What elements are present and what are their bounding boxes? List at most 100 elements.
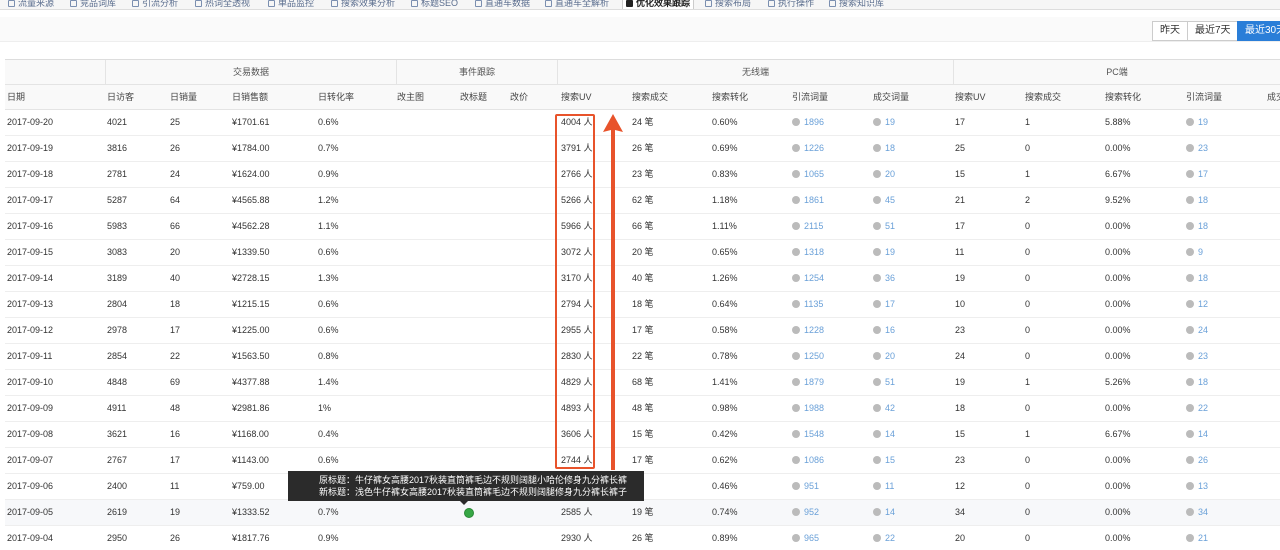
title-change-event-icon[interactable] bbox=[464, 507, 474, 518]
range-7days-button[interactable]: 最近7天 bbox=[1187, 21, 1239, 41]
word-count-cell: 11 bbox=[873, 474, 894, 499]
word-count-link[interactable]: 18 bbox=[1198, 195, 1208, 205]
word-count-link[interactable]: 45 bbox=[885, 195, 895, 205]
column-header[interactable]: 搜索转化 bbox=[1105, 85, 1141, 109]
word-icon bbox=[1186, 508, 1194, 516]
column-header[interactable]: 引流词量 bbox=[1186, 85, 1222, 109]
column-header[interactable]: 搜索转化 bbox=[712, 85, 748, 109]
column-header[interactable]: 日转化率 bbox=[318, 85, 354, 109]
word-count-link[interactable]: 18 bbox=[885, 143, 895, 153]
column-header[interactable]: 成交 bbox=[1267, 85, 1280, 109]
word-count-link[interactable]: 14 bbox=[1198, 429, 1208, 439]
word-count-link[interactable]: 12 bbox=[1198, 299, 1208, 309]
cell-conv: 1.4% bbox=[318, 377, 339, 387]
word-count-link[interactable]: 17 bbox=[1198, 169, 1208, 179]
word-count-link[interactable]: 34 bbox=[1198, 507, 1208, 517]
word-count-link[interactable]: 21 bbox=[1198, 533, 1208, 543]
word-count-link[interactable]: 1548 bbox=[804, 429, 824, 439]
word-count-link[interactable]: 1065 bbox=[804, 169, 824, 179]
word-count-link[interactable]: 16 bbox=[885, 325, 895, 335]
column-header[interactable]: 改主图 bbox=[397, 85, 424, 109]
word-count-link[interactable]: 26 bbox=[1198, 455, 1208, 465]
word-count-link[interactable]: 1879 bbox=[804, 377, 824, 387]
column-header[interactable]: 日期 bbox=[7, 85, 25, 109]
word-count-link[interactable]: 1226 bbox=[804, 143, 824, 153]
tab-6[interactable]: 搜索效果分析 bbox=[331, 0, 395, 9]
column-header[interactable]: 成交词量 bbox=[873, 85, 909, 109]
chart-icon bbox=[8, 0, 15, 7]
column-header[interactable]: 搜索UV bbox=[955, 85, 986, 109]
tab-7[interactable]: 标题SEO bbox=[411, 0, 458, 9]
word-count-link[interactable]: 1861 bbox=[804, 195, 824, 205]
tab-12[interactable]: 执行操作 bbox=[768, 0, 814, 9]
range-yesterday-button[interactable]: 昨天 bbox=[1152, 21, 1188, 41]
word-count-link[interactable]: 19 bbox=[885, 247, 895, 257]
word-count-link[interactable]: 2115 bbox=[804, 221, 823, 231]
tab-5[interactable]: 单品监控 bbox=[268, 0, 314, 9]
word-count-link[interactable]: 1254 bbox=[804, 273, 824, 283]
tab-8[interactable]: 直通车数据 bbox=[475, 0, 530, 9]
chart-icon bbox=[411, 0, 418, 7]
word-count-link[interactable]: 17 bbox=[885, 299, 895, 309]
word-count-cell: 14 bbox=[1186, 422, 1208, 447]
word-icon bbox=[873, 118, 881, 126]
word-count-link[interactable]: 9 bbox=[1198, 247, 1203, 257]
tab-9[interactable]: 直通车全解析 bbox=[545, 0, 609, 9]
column-header[interactable]: 引流词量 bbox=[792, 85, 828, 109]
column-header[interactable]: 日销售额 bbox=[232, 85, 268, 109]
column-header[interactable]: 改标题 bbox=[460, 85, 487, 109]
word-count-link[interactable]: 1988 bbox=[804, 403, 824, 413]
word-count-link[interactable]: 20 bbox=[885, 169, 895, 179]
word-count-link[interactable]: 965 bbox=[804, 533, 819, 543]
tab-10[interactable]: 优化效果跟踪 bbox=[622, 0, 695, 9]
word-count-link[interactable]: 18 bbox=[1198, 273, 1208, 283]
word-count-link[interactable]: 23 bbox=[1198, 351, 1208, 361]
column-header[interactable]: 改价 bbox=[510, 85, 528, 109]
cell-date: 2017-09-05 bbox=[7, 507, 54, 517]
word-count-link[interactable]: 22 bbox=[885, 533, 895, 543]
word-count-cell: 1135 bbox=[792, 292, 823, 317]
column-header[interactable]: 日访客 bbox=[107, 85, 134, 109]
word-count-link[interactable]: 18 bbox=[1198, 221, 1208, 231]
word-count-link[interactable]: 20 bbox=[885, 351, 895, 361]
word-count-link[interactable]: 19 bbox=[1198, 117, 1208, 127]
word-count-link[interactable]: 15 bbox=[885, 455, 895, 465]
tab-3[interactable]: 引流分析 bbox=[132, 0, 178, 9]
tab-2[interactable]: 竞品词库 bbox=[70, 0, 116, 9]
tab-13[interactable]: 搜索知识库 bbox=[829, 0, 884, 9]
word-count-link[interactable]: 23 bbox=[1198, 143, 1208, 153]
tab-11[interactable]: 搜索布局 bbox=[705, 0, 751, 9]
cell-pc-conv: 0.00% bbox=[1105, 481, 1131, 491]
word-count-link[interactable]: 1228 bbox=[804, 325, 824, 335]
column-header[interactable]: 搜索UV bbox=[561, 85, 592, 109]
cell-date: 2017-09-12 bbox=[7, 325, 54, 335]
column-header[interactable]: 搜索成交 bbox=[1025, 85, 1061, 109]
word-count-link[interactable]: 14 bbox=[885, 429, 895, 439]
cell-pc-deals: 1 bbox=[1025, 377, 1031, 387]
tab-4[interactable]: 热词全透视 bbox=[195, 0, 250, 9]
word-count-link[interactable]: 22 bbox=[1198, 403, 1208, 413]
word-count-link[interactable]: 1135 bbox=[804, 299, 823, 309]
column-header[interactable]: 日销量 bbox=[170, 85, 197, 109]
word-count-link[interactable]: 1318 bbox=[804, 247, 824, 257]
word-count-cell: 14 bbox=[873, 500, 895, 525]
word-count-link[interactable]: 1896 bbox=[804, 117, 824, 127]
word-count-link[interactable]: 951 bbox=[804, 481, 819, 491]
word-count-link[interactable]: 14 bbox=[885, 507, 895, 517]
column-header[interactable]: 搜索成交 bbox=[632, 85, 668, 109]
word-count-link[interactable]: 36 bbox=[885, 273, 895, 283]
word-count-link[interactable]: 51 bbox=[885, 221, 895, 231]
word-count-link[interactable]: 1250 bbox=[804, 351, 824, 361]
range-30days-button[interactable]: 最近30天 bbox=[1237, 21, 1280, 41]
word-count-link[interactable]: 1086 bbox=[804, 455, 824, 465]
word-count-link[interactable]: 18 bbox=[1198, 377, 1208, 387]
word-count-link[interactable]: 42 bbox=[885, 403, 895, 413]
word-count-link[interactable]: 19 bbox=[885, 117, 895, 127]
tab-1[interactable]: 流量来源 bbox=[8, 0, 54, 9]
word-count-link[interactable]: 24 bbox=[1198, 325, 1208, 335]
word-count-link[interactable]: 51 bbox=[885, 377, 895, 387]
word-count-cell: 1228 bbox=[792, 318, 824, 343]
word-count-link[interactable]: 11 bbox=[885, 481, 894, 491]
word-count-link[interactable]: 952 bbox=[804, 507, 819, 517]
word-count-link[interactable]: 13 bbox=[1198, 481, 1208, 491]
